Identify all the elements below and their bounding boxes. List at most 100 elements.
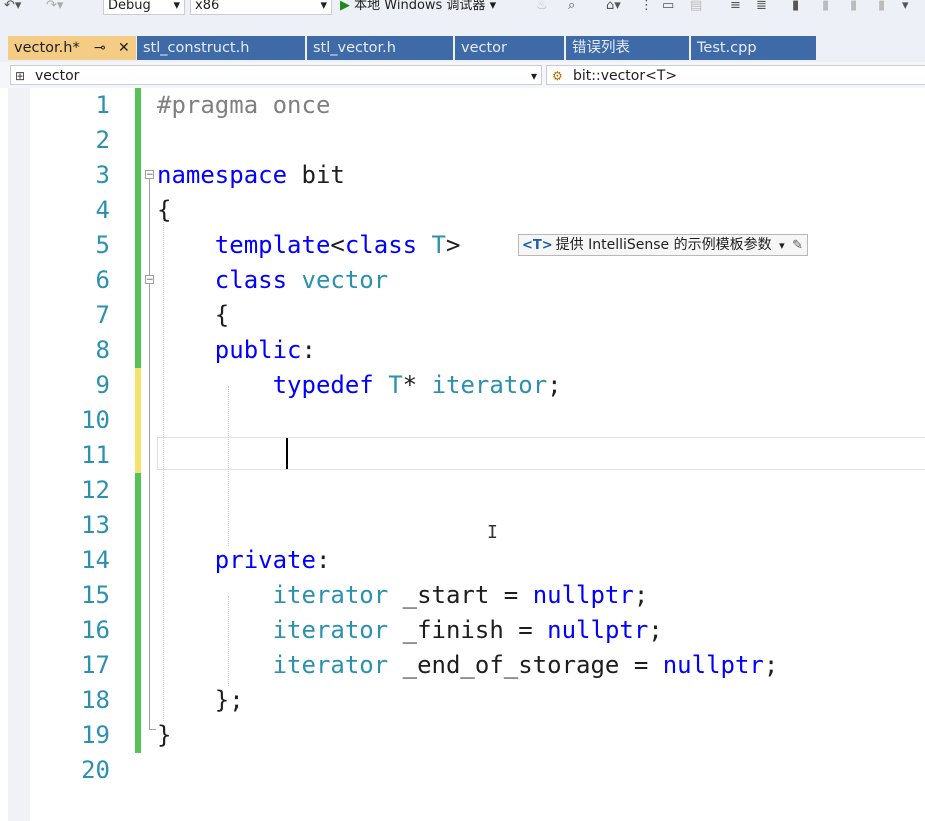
line-number: 15: [81, 581, 110, 609]
step-icon[interactable]: ⋮: [640, 0, 653, 12]
code-token: iterator: [272, 581, 389, 609]
fold-namespace-icon[interactable]: −: [145, 170, 154, 180]
prev-bookmark-icon[interactable]: ▮: [822, 0, 829, 12]
code-line[interactable]: iterator _end_of_storage = nullptr;: [157, 648, 779, 683]
code-line[interactable]: class vector: [157, 263, 388, 298]
code-line[interactable]: }: [157, 718, 171, 753]
line-number: 1: [95, 91, 110, 119]
code-token: nullptr: [547, 616, 649, 644]
code-line[interactable]: };: [157, 683, 244, 718]
code-line[interactable]: iterator _finish = nullptr;: [157, 613, 663, 648]
code-line[interactable]: typedef T* iterator;: [157, 368, 562, 403]
code-line[interactable]: namespace bit: [157, 158, 345, 193]
code-token: :: [301, 336, 316, 364]
code-line[interactable]: public:: [157, 333, 316, 368]
tab-label: 错误列表: [572, 40, 630, 56]
tab-label: stl_vector.h: [313, 40, 396, 56]
saved-change-marker: [135, 508, 141, 543]
tab-error-list[interactable]: 错误列表: [566, 36, 689, 60]
code-token: }: [157, 721, 172, 749]
project-icon: ⊞: [15, 69, 26, 83]
next-bookmark-icon[interactable]: ▮: [850, 0, 857, 12]
class-icon: ⚙: [552, 69, 563, 83]
hot-reload-icon[interactable]: ♨: [536, 0, 548, 12]
saved-change-marker: [135, 193, 141, 228]
line-number: 6: [95, 266, 110, 294]
code-token: ;: [633, 581, 649, 609]
redo-icon[interactable]: ↷▾: [46, 0, 63, 12]
line-number: 3: [95, 161, 110, 189]
saved-change-marker: [135, 158, 141, 193]
undo-icon[interactable]: ↶▾: [4, 0, 21, 12]
code-token: };: [157, 686, 244, 714]
line-number: 9: [95, 371, 110, 399]
tab-vector-h[interactable]: vector.h* ⊸ ✕: [8, 36, 136, 60]
layout-icon[interactable]: ▤: [690, 0, 702, 12]
run-debugger-button[interactable]: ▶ 本地 Windows 调试器 ▾: [340, 0, 530, 14]
uncomment-icon[interactable]: ≣: [756, 0, 767, 12]
code-token: vector: [301, 266, 389, 294]
chevron-down-icon[interactable]: ▾: [776, 239, 788, 252]
code-token: T: [388, 371, 403, 399]
line-number: 11: [81, 441, 110, 469]
line-number: 18: [81, 686, 110, 714]
code-token: bit: [287, 161, 345, 189]
tip-text: 提供 IntelliSense 的示例模板参数: [555, 237, 772, 253]
code-token: nullptr: [662, 651, 764, 679]
line-number: 4: [95, 196, 110, 224]
find-icon[interactable]: ⌕: [568, 0, 575, 12]
bookmark-icon[interactable]: ▮: [792, 0, 799, 12]
line-number: 20: [81, 756, 110, 784]
unsaved-change-marker: [135, 403, 141, 438]
pin-icon[interactable]: ⊸: [94, 36, 106, 60]
line-number: 19: [81, 721, 110, 749]
home-icon[interactable]: ⌂▾: [606, 0, 621, 12]
code-token: namespace: [157, 161, 288, 189]
clear-bookmark-icon[interactable]: ▮: [878, 0, 885, 12]
tab-test-cpp[interactable]: Test.cpp: [691, 36, 816, 60]
code-line[interactable]: template<class T>: [157, 228, 461, 263]
tab-stl-vector-h[interactable]: stl_vector.h: [307, 36, 453, 60]
tab-label: vector.h*: [14, 40, 80, 56]
chevron-down-icon: ▾: [173, 0, 180, 13]
code-editor[interactable]: 1 2 3 4 5 6 7 8 9 10 11 12 13 14 15 16 17 18 19 20 − − #pra…: [0, 88, 925, 821]
saved-change-marker: [135, 648, 141, 683]
tab-vector[interactable]: vector: [455, 36, 564, 60]
chevron-down-icon: ▾: [489, 0, 497, 13]
intellisense-template-tip[interactable]: <T> 提供 IntelliSense 的示例模板参数 ▾ ✎: [518, 234, 808, 256]
play-icon: ▶: [340, 0, 350, 13]
configuration-value: Debug: [108, 0, 151, 13]
toolbar: ↶▾ ↷▾ Debug ▾ x86 ▾ ▶ 本地 Windows 调试器 ▾ ♨…: [0, 0, 925, 35]
scope-dropdown[interactable]: ⚙ bit::vector<T>: [546, 65, 925, 85]
code-token: typedef: [272, 371, 374, 399]
edit-pencil-icon[interactable]: ✎: [792, 238, 807, 253]
platform-dropdown[interactable]: x86 ▾: [190, 0, 332, 15]
code-line[interactable]: private:: [157, 543, 331, 578]
saved-change-marker: [135, 88, 141, 123]
tab-stl-construct-h[interactable]: stl_construct.h: [137, 36, 305, 60]
code-line[interactable]: iterator _start = nullptr;: [157, 578, 649, 613]
fold-class-icon[interactable]: −: [145, 275, 154, 285]
saved-change-marker: [135, 298, 141, 333]
project-dropdown[interactable]: ⊞ vector ▾: [10, 65, 542, 85]
overflow-icon[interactable]: ▾: [902, 0, 909, 12]
configuration-dropdown[interactable]: Debug ▾: [103, 0, 185, 15]
line-number: 7: [95, 301, 110, 329]
code-line[interactable]: {: [157, 298, 229, 333]
close-icon[interactable]: ✕: [118, 36, 130, 60]
comment-icon[interactable]: ≡: [730, 0, 741, 12]
window-icon[interactable]: ▭: [662, 0, 674, 12]
chevron-down-icon: ▾: [530, 69, 537, 83]
code-token: template: [214, 231, 331, 259]
code-line[interactable]: {: [157, 193, 171, 228]
code-token: {: [157, 301, 230, 329]
code-line[interactable]: #pragma once: [157, 88, 330, 123]
